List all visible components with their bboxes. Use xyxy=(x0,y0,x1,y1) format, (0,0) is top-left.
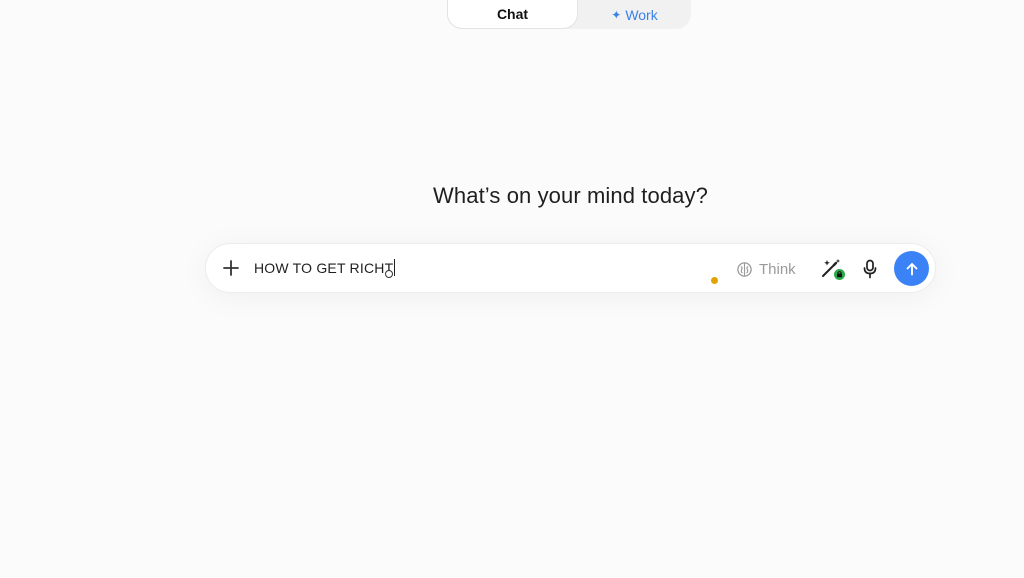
prompt-input-value: HOW TO GET RICHT xyxy=(254,260,394,276)
arrow-up-icon xyxy=(906,262,917,275)
add-attachment-button[interactable] xyxy=(219,256,243,280)
magic-wand-icon xyxy=(822,259,845,280)
voice-input-button[interactable] xyxy=(859,257,881,281)
tab-work[interactable]: ✦ Work xyxy=(578,0,691,29)
tools-button[interactable] xyxy=(820,257,846,281)
tab-chat-label: Chat xyxy=(496,6,529,22)
brain-icon xyxy=(737,261,752,277)
chat-home-page: Chat ✦ Work What’s on your mind today? H… xyxy=(0,0,1024,578)
plus-icon xyxy=(223,260,239,276)
mode-toggle: Chat ✦ Work xyxy=(447,0,691,29)
text-caret xyxy=(394,259,396,276)
think-button[interactable]: Think xyxy=(736,258,796,280)
tab-chat[interactable]: Chat xyxy=(447,0,578,29)
sparkle-icon: ✦ xyxy=(611,7,622,22)
microphone-icon xyxy=(863,259,877,279)
mouse-cursor-icon xyxy=(385,270,393,278)
status-dot xyxy=(711,277,718,284)
page-title: What’s on your mind today? xyxy=(433,183,708,208)
send-button[interactable] xyxy=(894,251,929,286)
prompt-input[interactable]: HOW TO GET RICHT xyxy=(254,259,396,276)
tab-work-label: Work xyxy=(625,6,658,23)
think-label: Think xyxy=(759,260,796,278)
prompt-bar: HOW TO GET RICHT Think xyxy=(205,243,936,293)
